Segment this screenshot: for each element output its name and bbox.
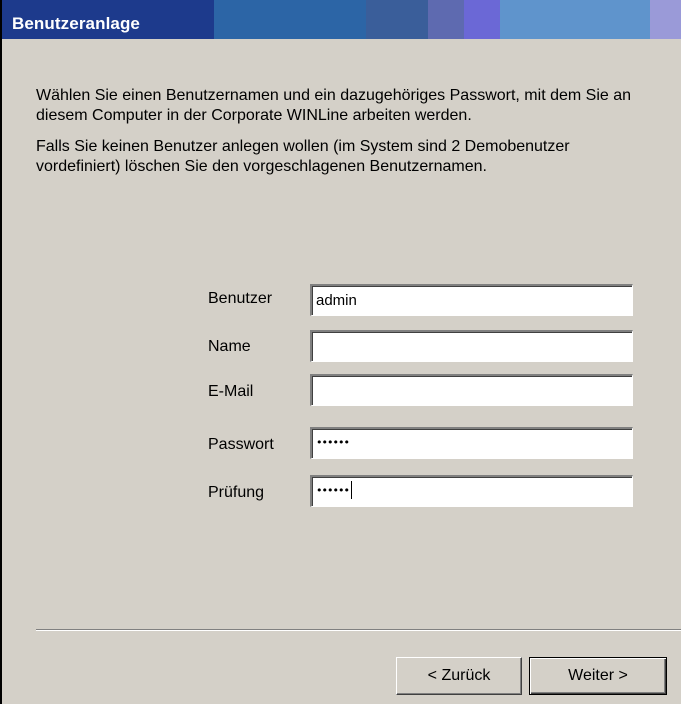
back-button[interactable]: < Zurück — [396, 657, 522, 695]
confirm-password-input[interactable]: •••••• — [310, 475, 633, 507]
password-input[interactable]: •••••• — [310, 427, 633, 459]
name-label: Name — [208, 338, 251, 355]
instruction-line-2: diesem Computer in der Corporate WINLine… — [36, 107, 472, 124]
confirm-password-label: Prüfung — [208, 484, 265, 501]
email-input[interactable] — [310, 374, 633, 406]
instruction-line-3: Falls Sie keinen Benutzer anlegen wollen… — [36, 138, 570, 155]
next-button[interactable]: Weiter > — [529, 657, 667, 695]
dialog-title: Benutzeranlage — [12, 14, 140, 33]
name-input[interactable] — [310, 330, 633, 362]
email-label: E-Mail — [208, 383, 254, 400]
instruction-line-4: vordefiniert) löschen Sie den vorgeschla… — [36, 158, 487, 175]
instructions: Wählen Sie einen Benutzernamen und ein d… — [36, 86, 676, 188]
confirm-password-mask: •••••• — [316, 484, 350, 497]
user-input[interactable] — [310, 284, 633, 316]
setup-dialog: Benutzeranlage Wählen Sie einen Benutzer… — [0, 0, 681, 704]
password-mask: •••••• — [316, 436, 350, 449]
button-separator — [36, 629, 681, 631]
password-label: Passwort — [208, 436, 274, 453]
user-label: Benutzer — [208, 290, 273, 307]
instruction-line-1: Wählen Sie einen Benutzernamen und ein d… — [36, 87, 632, 104]
text-caret — [350, 481, 352, 500]
